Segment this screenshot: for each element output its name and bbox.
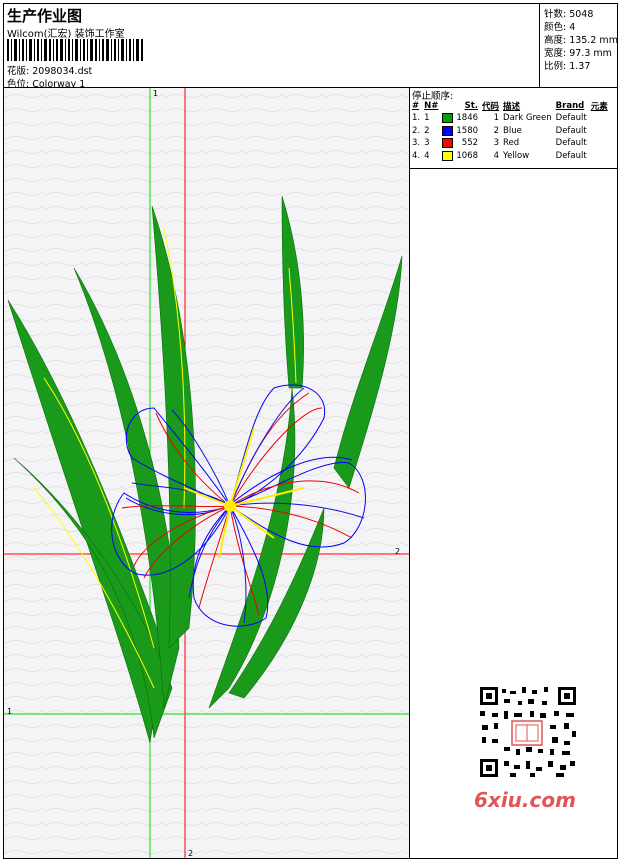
- color-swatch: [442, 150, 454, 161]
- flower-center: [224, 500, 236, 512]
- row-brand: Default: [555, 150, 587, 161]
- table-row: 3. 3 552 3 Red Default: [410, 137, 610, 150]
- company-name: Wilcom(汇宏) 装饰工作室: [7, 29, 125, 40]
- col-header: 元素: [590, 102, 608, 112]
- page-title: 生产作业图: [7, 7, 83, 25]
- design-height: 高度: 135.2 mm: [544, 35, 618, 46]
- color-swatch: [442, 138, 454, 149]
- design-canvas: 1 2 1 2: [4, 88, 410, 858]
- row-description: Dark Green: [503, 113, 552, 124]
- row-element: [589, 125, 610, 138]
- stop-sequence-table: # N# St. 代码 描述 Brand 元素 1. 1 1846 1 Dark Gre…: [410, 100, 610, 162]
- row-code: 1: [493, 113, 500, 124]
- stitch-count-value: 552: [461, 138, 479, 149]
- guide-label-top: 1: [153, 89, 158, 98]
- row-stitches: 1846: [440, 112, 480, 125]
- design-scale: 比例: 1.37: [544, 61, 591, 72]
- barcode-icon: [7, 39, 143, 61]
- design-width: 宽度: 97.3 mm: [544, 48, 612, 59]
- row-stitches: 1580: [440, 125, 480, 138]
- col-header: N#: [424, 101, 439, 111]
- color-count: 颜色: 4: [544, 22, 576, 33]
- stitch-count-value: 1580: [456, 125, 479, 136]
- stitch-count-value: 1068: [456, 150, 479, 161]
- row-needle: 1: [424, 113, 430, 124]
- watermark: 6xiu.com: [474, 788, 576, 812]
- header: 生产作业图 Wilcom(汇宏) 装饰工作室 花版: 2098034.dst 色…: [4, 4, 540, 90]
- row-stitches: 552: [440, 137, 480, 150]
- row-element: [589, 137, 610, 150]
- stitch-count-value: 1846: [456, 113, 479, 124]
- row-index: 3.: [412, 138, 421, 149]
- row-description: Blue: [503, 125, 522, 136]
- row-brand: Default: [555, 138, 587, 149]
- row-code: 4: [493, 150, 500, 161]
- row-needle: 4: [424, 150, 430, 161]
- row-code: 3: [493, 138, 500, 149]
- row-description: Yellow: [503, 150, 530, 161]
- row-element: [589, 150, 610, 163]
- row-code: 2: [493, 125, 500, 136]
- stats-box: 针数: 5048 颜色: 4 高度: 135.2 mm 宽度: 97.3 mm …: [539, 4, 618, 87]
- row-index: 4.: [412, 150, 421, 161]
- table-row: 1. 1 1846 1 Dark Green Default: [410, 112, 610, 125]
- col-header: St.: [464, 101, 479, 111]
- row-brand: Default: [555, 125, 587, 136]
- guide-label-bottom: 2: [188, 849, 193, 858]
- col-header: Brand: [555, 101, 585, 111]
- row-brand: Default: [555, 113, 587, 124]
- guide-label-left: 1: [7, 707, 12, 716]
- table-row: 4. 4 1068 4 Yellow Default: [410, 150, 610, 163]
- row-needle: 3: [424, 138, 430, 149]
- row-description: Red: [503, 138, 520, 149]
- color-swatch: [442, 125, 454, 136]
- col-header: 代码: [482, 102, 500, 112]
- row-index: 1.: [412, 113, 421, 124]
- table-row: 2. 2 1580 2 Blue Default: [410, 125, 610, 138]
- row-stitches: 1068: [440, 150, 480, 163]
- row-index: 2.: [412, 125, 421, 136]
- qr-code-icon: [470, 681, 586, 783]
- table-header-row: # N# St. 代码 描述 Brand 元素: [410, 100, 610, 112]
- stitch-count: 针数: 5048: [544, 9, 594, 20]
- row-element: [589, 112, 610, 125]
- file-line: 花版: 2098034.dst: [7, 63, 92, 77]
- guide-label-right: 2: [395, 547, 400, 556]
- color-swatch: [442, 113, 454, 124]
- col-header: 描述: [503, 102, 521, 112]
- col-header: #: [412, 101, 420, 111]
- panel-divider: [410, 168, 617, 169]
- embroidery-design: 1 2 1 2: [4, 88, 409, 858]
- row-needle: 2: [424, 125, 430, 136]
